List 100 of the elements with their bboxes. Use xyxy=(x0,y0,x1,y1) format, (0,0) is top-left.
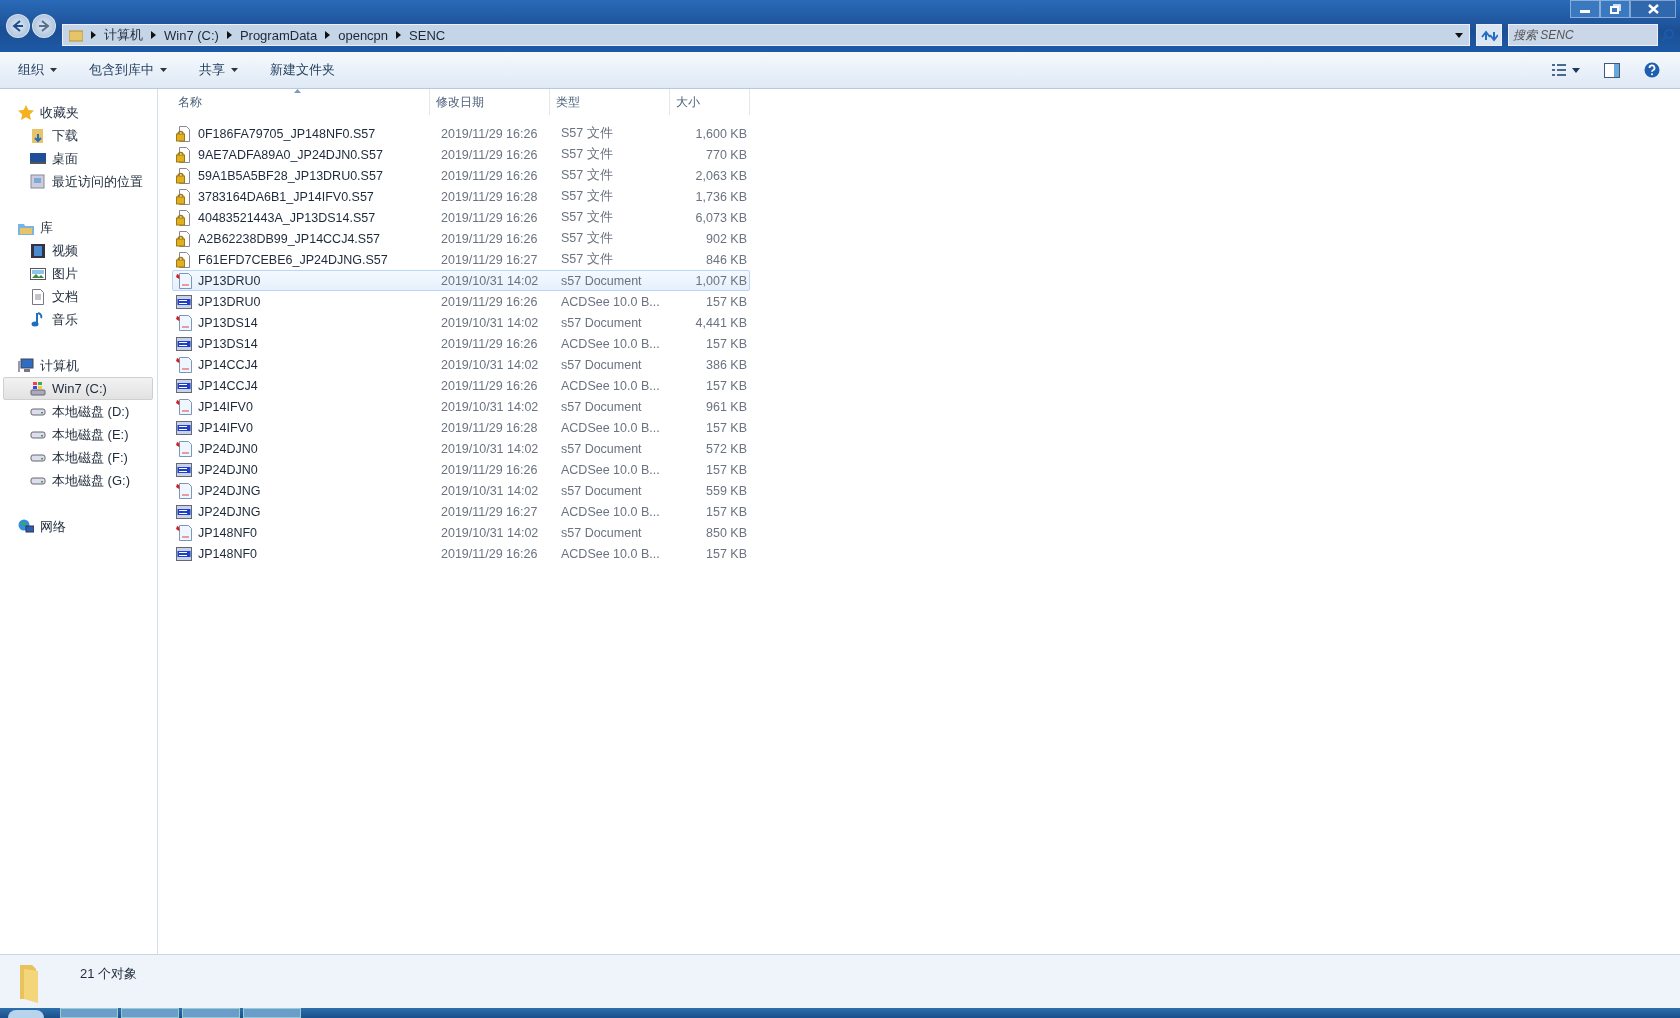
date-cell-text: 2019/10/31 14:02 xyxy=(440,483,540,498)
sidebar-item[interactable]: 下载 xyxy=(3,124,153,147)
address-bar[interactable]: 计算机 Win7 (C:) ProgramData opencpn SENC xyxy=(62,24,1470,46)
size-cell-text: 157 KB xyxy=(705,504,748,519)
file-row[interactable]: JP13DRU0 2019/10/31 14:02 s57 Document 1,007 KB xyxy=(172,270,750,291)
file-row[interactable]: A2B62238DB99_JP14CCJ4.S57 2019/11/29 16:26 S57 文件 902 KB xyxy=(172,228,750,249)
file-row[interactable]: 0F186FA79705_JP148NF0.S57 2019/11/29 16:26 S57 文件 1,600 KB xyxy=(172,123,750,144)
file-row[interactable]: JP24DJNG 2019/11/29 16:27 ACDSee 10.0 B... 157 KB xyxy=(172,501,750,522)
column-header[interactable]: 类型 xyxy=(550,89,670,115)
file-row[interactable]: JP13DS14 2019/11/29 16:26 ACDSee 10.0 B... 157 KB xyxy=(172,333,750,354)
document-icon xyxy=(176,356,192,373)
file-name: JP14CCJ4 xyxy=(198,378,258,393)
sidebar-group[interactable]: 收藏夹 xyxy=(3,101,153,124)
breadcrumb[interactable]: opencpn xyxy=(338,27,389,43)
start-button[interactable] xyxy=(8,1010,44,1018)
breadcrumb[interactable]: ProgramData xyxy=(239,27,318,43)
sidebar-group[interactable]: 计算机 xyxy=(3,354,153,377)
minimize-button[interactable] xyxy=(1570,0,1600,18)
type-cell-text: ACDSee 10.0 B... xyxy=(560,378,661,393)
type-cell-text: s57 Document xyxy=(560,357,643,372)
search-field[interactable]: 搜索 SENC xyxy=(1508,24,1658,46)
type-cell-text: S57 文件 xyxy=(560,125,614,142)
sidebar-item[interactable]: 视频 xyxy=(3,239,153,262)
back-button[interactable] xyxy=(6,14,30,38)
sidebar-item[interactable]: 音乐 xyxy=(3,308,153,331)
image-file-icon xyxy=(176,545,192,562)
document-icon xyxy=(176,272,192,289)
file-row[interactable]: 9AE7ADFA89A0_JP24DJN0.S57 2019/11/29 16:26 S57 文件 770 KB xyxy=(172,144,750,165)
chevron-icon xyxy=(226,31,232,39)
type-cell-text: S57 文件 xyxy=(560,146,614,163)
sidebar-item[interactable]: Win7 (C:) xyxy=(3,377,153,400)
breadcrumb[interactable]: Win7 (C:) xyxy=(164,27,219,43)
toolbar-menu-button[interactable]: 共享 xyxy=(191,57,246,83)
dropdown-caret-icon xyxy=(1455,32,1463,38)
column-header[interactable]: 大小 xyxy=(670,89,750,115)
caret-icon xyxy=(1572,67,1580,73)
file-name: JP24DJNG xyxy=(198,483,261,498)
locked-file-icon xyxy=(176,125,192,142)
locked-file-icon xyxy=(176,251,192,268)
size-cell-text: 1,007 KB xyxy=(694,273,748,288)
close-button[interactable] xyxy=(1630,0,1676,18)
date-cell-text: 2019/10/31 14:02 xyxy=(440,441,540,456)
toolbar-menu-button[interactable]: 组织 xyxy=(10,57,65,83)
file-row[interactable]: JP148NF0 2019/11/29 16:26 ACDSee 10.0 B... 157 KB xyxy=(172,543,750,564)
file-row[interactable]: 3783164DA6B1_JP14IFV0.S57 2019/11/29 16:28 S57 文件 1,736 KB xyxy=(172,186,750,207)
file-row[interactable]: JP14CCJ4 2019/10/31 14:02 s57 Document 386 KB xyxy=(172,354,750,375)
file-row[interactable]: JP14CCJ4 2019/11/29 16:26 ACDSee 10.0 B... 157 KB xyxy=(172,375,750,396)
size-cell-text: 559 KB xyxy=(705,483,748,498)
file-row[interactable]: 59A1B5A5BF28_JP13DRU0.S57 2019/11/29 16:26 S57 文件 2,063 KB xyxy=(172,165,750,186)
date-cell-text: 2019/11/29 16:26 xyxy=(440,336,539,351)
file-row[interactable]: JP14IFV0 2019/11/29 16:28 ACDSee 10.0 B... 157 KB xyxy=(172,417,750,438)
sidebar-item[interactable]: 本地磁盘 (G:) xyxy=(3,469,153,492)
file-row[interactable]: 40483521443A_JP13DS14.S57 2019/11/29 16:26 S57 文件 6,073 KB xyxy=(172,207,750,228)
document-icon xyxy=(176,524,192,541)
sidebar-item[interactable]: 本地磁盘 (E:) xyxy=(3,423,153,446)
chevron-icon xyxy=(325,31,331,39)
sidebar-item[interactable]: 文档 xyxy=(3,285,153,308)
breadcrumb[interactable]: 计算机 xyxy=(104,26,143,44)
file-name: JP148NF0 xyxy=(198,525,258,540)
sidebar-item[interactable]: 桌面 xyxy=(3,147,153,170)
sidebar-item[interactable]: 图片 xyxy=(3,262,153,285)
size-cell-text: 961 KB xyxy=(705,399,748,414)
date-cell-text: 2019/11/29 16:27 xyxy=(440,504,539,519)
type-cell-text: ACDSee 10.0 B... xyxy=(560,462,661,477)
image-file-icon xyxy=(176,503,192,520)
file-name: JP24DJNG xyxy=(198,504,261,519)
sidebar-item[interactable]: 最近访问的位置 xyxy=(3,170,153,193)
column-header[interactable]: 修改日期 xyxy=(430,89,550,115)
type-cell-text: ACDSee 10.0 B... xyxy=(560,294,661,309)
maximize-button[interactable] xyxy=(1600,0,1630,18)
type-cell-text: s57 Document xyxy=(560,399,643,414)
window-icon xyxy=(30,173,46,190)
size-cell-text: 902 KB xyxy=(705,231,748,246)
refresh-button[interactable] xyxy=(1476,24,1502,46)
image-file-icon xyxy=(176,377,192,394)
sidebar-item[interactable]: 本地磁盘 (D:) xyxy=(3,400,153,423)
file-row[interactable]: JP24DJNG 2019/10/31 14:02 s57 Document 559 KB xyxy=(172,480,750,501)
sidebar-group[interactable]: 库 xyxy=(3,216,153,239)
size-cell-text: 846 KB xyxy=(705,252,748,267)
size-cell-text: 1,600 KB xyxy=(694,126,748,141)
sidebar-group[interactable]: 网络 xyxy=(3,515,153,538)
globe-computer-icon xyxy=(18,518,34,535)
toolbar-menu-button[interactable]: 新建文件夹 xyxy=(262,57,343,83)
file-name: JP13DS14 xyxy=(198,315,258,330)
breadcrumb[interactable]: SENC xyxy=(409,27,446,43)
toolbar-menu-button[interactable]: 包含到库中 xyxy=(81,57,175,83)
file-row[interactable]: JP14IFV0 2019/10/31 14:02 s57 Document 961 KB xyxy=(172,396,750,417)
file-row[interactable]: JP13DS14 2019/10/31 14:02 s57 Document 4,441 KB xyxy=(172,312,750,333)
size-cell-text: 157 KB xyxy=(705,336,748,351)
preview-pane-icon xyxy=(1604,62,1620,78)
file-row[interactable]: JP24DJN0 2019/10/31 14:02 s57 Document 572 KB xyxy=(172,438,750,459)
file-row[interactable]: JP24DJN0 2019/11/29 16:26 ACDSee 10.0 B... 157 KB xyxy=(172,459,750,480)
document-icon xyxy=(176,314,192,331)
file-row[interactable]: JP13DRU0 2019/11/29 16:26 ACDSee 10.0 B... 157 KB xyxy=(172,291,750,312)
sidebar-item[interactable]: 本地磁盘 (F:) xyxy=(3,446,153,469)
forward-button[interactable] xyxy=(32,14,56,38)
column-header[interactable]: 名称 xyxy=(172,89,430,115)
file-row[interactable]: JP148NF0 2019/10/31 14:02 s57 Document 850 KB xyxy=(172,522,750,543)
file-row[interactable]: F61EFD7CEBE6_JP24DJNG.S57 2019/11/29 16:27 S57 文件 846 KB xyxy=(172,249,750,270)
help-icon xyxy=(1644,62,1660,78)
